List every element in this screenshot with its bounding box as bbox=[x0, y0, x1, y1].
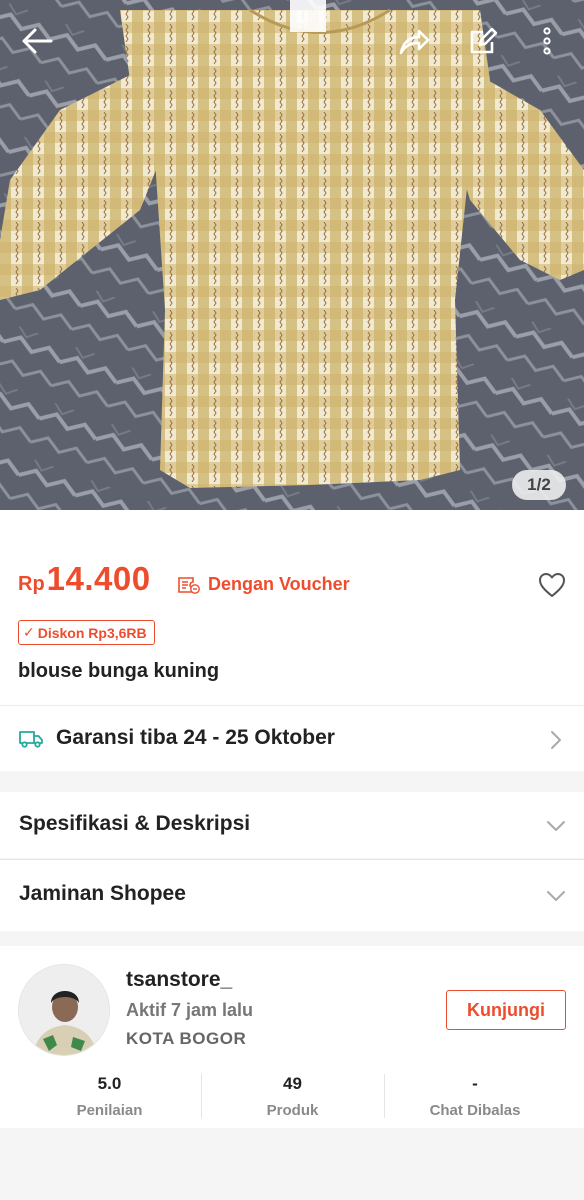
shop-card: tsanstore_ Aktif 7 jam lalu KOTA BOGOR K… bbox=[0, 946, 584, 1128]
avatar-photo bbox=[19, 965, 109, 1055]
share-icon bbox=[399, 29, 430, 55]
checkmark-icon: ✓ bbox=[23, 624, 35, 640]
stat-divider bbox=[384, 1074, 385, 1118]
specification-description-section[interactable]: Spesifikasi & Deskripsi bbox=[0, 792, 584, 858]
edit-icon bbox=[470, 27, 498, 54]
shop-name: tsanstore_ bbox=[126, 968, 233, 991]
chevron-down-icon bbox=[547, 821, 565, 831]
voucher-icon bbox=[178, 576, 200, 594]
section-label: Jaminan Shopee bbox=[19, 882, 186, 905]
product-title: blouse bunga kuning bbox=[18, 660, 220, 682]
arrow-left-icon bbox=[22, 28, 53, 54]
stat-value: 49 bbox=[283, 1074, 302, 1093]
section-label: Spesifikasi & Deskripsi bbox=[19, 812, 251, 835]
chevron-down-icon bbox=[547, 891, 565, 901]
top-action-bar bbox=[0, 0, 584, 86]
edit-button[interactable] bbox=[460, 18, 506, 64]
discount-text: Diskon Rp3,6RB bbox=[37, 624, 147, 641]
more-button[interactable] bbox=[524, 18, 570, 64]
stat-label: Produk bbox=[266, 1102, 319, 1119]
price-amount: 14.400 bbox=[46, 560, 151, 597]
stat-divider bbox=[201, 1074, 202, 1118]
shop-active-status: Aktif 7 jam lalu bbox=[126, 1000, 254, 1020]
shopee-guarantee-section[interactable]: Jaminan Shopee bbox=[0, 859, 584, 931]
stat-label: Chat Dibalas bbox=[429, 1102, 521, 1119]
stat-products: 49 Produk bbox=[201, 1074, 384, 1119]
voucher-text: Dengan Voucher bbox=[208, 574, 350, 594]
delivery-guarantee-text: Garansi tiba 24 - 25 Oktober bbox=[56, 726, 335, 749]
truck-icon bbox=[19, 731, 43, 748]
back-button[interactable] bbox=[14, 18, 60, 64]
stat-value: 5.0 bbox=[97, 1074, 122, 1093]
stat-value: - bbox=[472, 1074, 478, 1093]
stat-rating: 5.0 Penilaian bbox=[0, 1074, 219, 1119]
shop-avatar[interactable] bbox=[18, 964, 110, 1056]
voucher-label: Dengan Voucher bbox=[178, 574, 350, 595]
share-button[interactable] bbox=[391, 18, 437, 64]
more-vertical-icon bbox=[543, 27, 551, 55]
shop-location: KOTA BOGOR bbox=[126, 1029, 247, 1048]
shipping-row[interactable]: Garansi tiba 24 - 25 Oktober bbox=[0, 705, 584, 771]
visit-shop-button[interactable]: Kunjungi bbox=[446, 990, 566, 1030]
discount-badge: ✓ Diskon Rp3,6RB bbox=[18, 620, 155, 645]
chevron-right-icon bbox=[551, 731, 561, 749]
shop-stats: 5.0 Penilaian 49 Produk - Chat Dibalas bbox=[0, 1074, 584, 1120]
stat-chat-response: - Chat Dibalas bbox=[384, 1074, 566, 1119]
favorite-heart-icon[interactable] bbox=[538, 572, 566, 598]
product-image-gallery[interactable]: 1/2 bbox=[0, 0, 584, 510]
product-info-card: Rp 14.400 Dengan Voucher ✓ Diskon Rp3,6R… bbox=[0, 510, 584, 705]
price: Rp 14.400 bbox=[18, 560, 151, 598]
image-page-indicator: 1/2 bbox=[512, 470, 566, 500]
price-currency: Rp bbox=[18, 573, 45, 595]
product-page: 1/2 Rp 14.400 Dengan Voucher ✓ Diskon Rp… bbox=[0, 0, 584, 1200]
stat-label: Penilaian bbox=[76, 1102, 143, 1119]
